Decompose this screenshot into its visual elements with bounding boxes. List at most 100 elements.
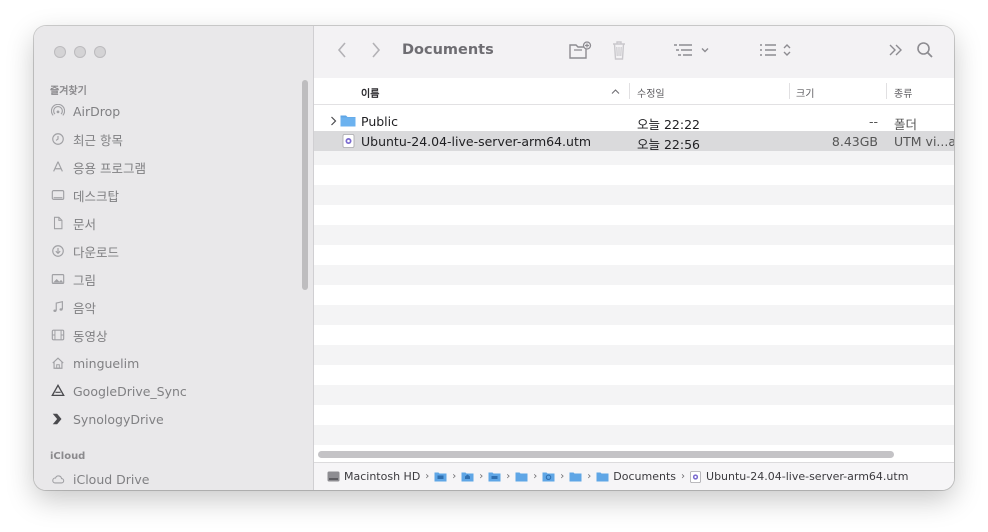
desktop-icon [50,187,66,203]
sidebar-item-airdrop[interactable]: AirDrop [50,101,120,121]
folder-icon [569,472,582,482]
utm-file-icon [690,470,701,483]
sidebar: 즐겨찾기 AirDrop 최근 항목 응용 프로그램 데스크탑 문서 다운로드 … [34,26,314,490]
zoom-button[interactable] [94,46,106,58]
chevron-double-right-icon [889,44,902,56]
path-bar: Macintosh HD › › › › › › › Documents › U… [314,462,954,490]
folder-icon [340,115,356,127]
sidebar-item-googledrive[interactable]: GoogleDrive_Sync [50,381,187,401]
folder-icon [515,472,528,482]
path-separator-icon: › [506,471,511,482]
sidebar-item-synologydrive[interactable]: SynologyDrive [50,409,164,429]
folder-icon [488,472,501,482]
path-separator-icon: › [560,471,565,482]
sidebar-item-movies[interactable]: 동영상 [50,325,108,345]
path-item-file[interactable]: Ubuntu-24.04-live-server-arm64.utm [690,470,908,483]
column-header: 이름 수정일 크기 종류 [314,78,954,105]
path-item-folder[interactable] [515,471,528,482]
sidebar-item-recents[interactable]: 최근 항목 [50,129,123,149]
window-controls [54,46,106,58]
sidebar-item-label: 최근 항목 [73,132,123,148]
folder-icon [596,472,609,482]
path-separator-icon: › [479,471,484,482]
file-kind: UTM vi...a [894,134,954,149]
view-options-button[interactable] [672,42,710,58]
document-icon [50,215,66,231]
clock-icon [50,131,66,147]
sync-folder-icon [542,472,555,482]
path-item-documents[interactable]: Documents [596,470,676,483]
sidebar-item-label: iCloud Drive [73,471,150,487]
sidebar-item-home[interactable]: minguelim [50,353,139,373]
sidebar-item-label: GoogleDrive_Sync [73,383,187,399]
favorites-header: 즐겨찾기 [50,86,87,97]
sidebar-item-applications[interactable]: 응용 프로그램 [50,157,146,177]
window-title: Documents [402,42,494,58]
path-item-folder[interactable] [461,471,474,482]
back-button[interactable] [336,40,348,60]
file-list: Public 오늘 22:22 -- 폴더 Ubuntu-24.04-live-… [314,105,954,448]
column-kind[interactable]: 종류 [894,85,912,100]
path-item-folder[interactable] [434,471,447,482]
list-view-icon [674,44,692,56]
movies-icon [50,327,66,343]
sidebar-item-label: AirDrop [73,103,121,119]
sidebar-item-label: 문서 [73,216,97,232]
google-drive-icon [50,383,66,399]
file-modified: 오늘 22:56 [637,137,700,152]
sort-ascending-icon [611,89,620,94]
more-toolbar-button[interactable] [888,43,904,57]
close-button[interactable] [54,46,66,58]
file-size: 8.43GB [831,134,878,149]
trash-button[interactable] [610,39,628,61]
cloud-icon [50,471,66,487]
chevron-left-icon [337,42,346,58]
search-icon [917,42,933,58]
path-separator-icon: › [681,471,686,482]
list-icon [760,44,776,56]
group-sort-button[interactable] [758,42,792,58]
disclosure-triangle-icon [331,116,337,126]
column-name[interactable]: 이름 [361,85,379,100]
sidebar-item-downloads[interactable]: 다운로드 [50,241,119,261]
sidebar-item-music[interactable]: 음악 [50,297,96,317]
trash-icon [613,41,625,60]
home-icon [50,355,66,371]
home-folder-icon [461,472,474,482]
minimize-button[interactable] [74,46,86,58]
path-separator-icon: › [533,471,538,482]
file-row-ubuntu-utm[interactable]: Ubuntu-24.04-live-server-arm64.utm 오늘 22… [314,131,954,152]
horizontal-scrollbar[interactable] [318,451,894,458]
new-folder-button[interactable] [568,41,592,61]
synology-drive-icon [50,411,66,427]
path-item-macintosh-hd[interactable]: Macintosh HD [327,470,420,483]
search-button[interactable] [916,41,934,59]
new-folder-icon [569,41,592,59]
airdrop-icon [50,103,66,119]
column-size[interactable]: 크기 [796,85,814,100]
pictures-icon [50,271,66,287]
sidebar-scrollbar[interactable] [302,80,308,290]
sidebar-item-icloud-drive[interactable]: iCloud Drive [50,469,149,489]
column-modified[interactable]: 수정일 [637,85,665,100]
path-item-folder[interactable] [488,471,501,482]
sidebar-item-documents[interactable]: 문서 [50,213,96,233]
path-separator-icon: › [587,471,592,482]
sidebar-item-label: 동영상 [73,328,108,344]
toolbar: Documents [314,26,954,79]
path-item-folder[interactable] [569,471,582,482]
forward-button[interactable] [370,40,382,60]
download-icon [50,243,66,259]
path-item-label: Documents [613,470,677,483]
chevron-right-icon [372,42,381,58]
hard-drive-icon [327,471,340,482]
icloud-header: iCloud [50,451,86,462]
sidebar-item-label: 데스크탑 [73,188,120,204]
file-name: Ubuntu-24.04-live-server-arm64.utm [361,134,592,149]
sidebar-item-label: 그림 [73,272,97,288]
path-separator-icon: › [452,471,457,482]
sidebar-item-pictures[interactable]: 그림 [50,269,96,289]
sidebar-item-desktop[interactable]: 데스크탑 [50,185,119,205]
path-item-folder[interactable] [542,471,555,482]
file-row-public[interactable]: Public 오늘 22:22 -- 폴더 [314,111,954,132]
